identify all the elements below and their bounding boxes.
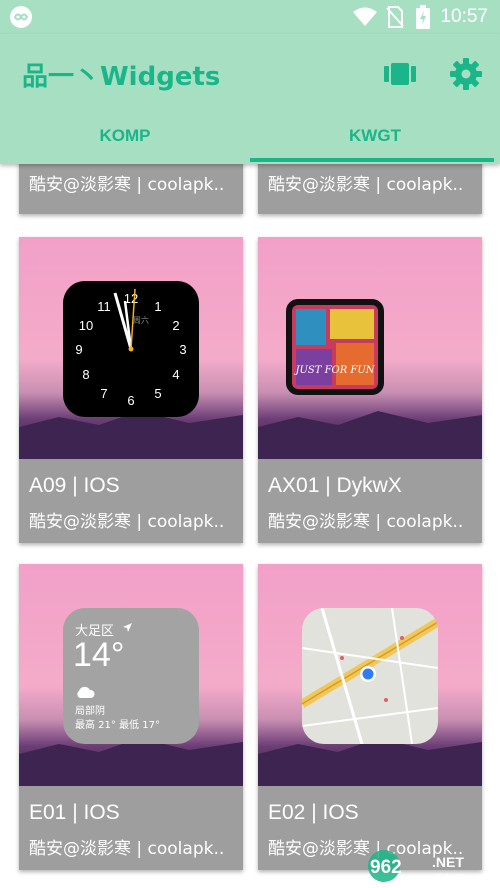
status-bar: 10:57 — [0, 0, 500, 34]
svg-text:962: 962 — [370, 857, 402, 878]
tab-bar: KOMP KWGT — [0, 122, 500, 164]
widget-card[interactable]: 12 1 2 3 4 5 6 7 8 9 10 11 周六 A09 | IOS … — [19, 237, 243, 543]
svg-text:.NET: .NET — [432, 854, 464, 870]
carousel-icon — [384, 63, 416, 85]
weather-widget: 大足区 14° 局部阴 最高 21° 最低 17° — [63, 608, 199, 744]
clock-widget: 12 1 2 3 4 5 6 7 8 9 10 11 周六 — [63, 281, 199, 417]
music-widget: JUST FOR FUN — [286, 299, 384, 395]
weather-range: 最高 21° 最低 17° — [75, 720, 160, 731]
watermark-logo: 962 .NET 乐游网 — [368, 850, 465, 886]
widget-card[interactable]: JUST FOR FUN AX01 | DykwX 酷安@淡影寒 | coola… — [258, 237, 482, 543]
settings-button[interactable] — [448, 56, 484, 92]
weather-condition: 局部阴 — [75, 706, 105, 717]
album-art-text: JUST FOR FUN — [293, 365, 375, 376]
card-author: 酷安@淡影寒 | coolapk.. — [268, 512, 464, 532]
card-title: E01 | IOS — [29, 801, 120, 824]
weather-temperature: 14° — [73, 636, 125, 674]
card-author: 酷安@淡影寒 | coolapk.. — [29, 175, 225, 195]
widget-card[interactable]: E02 | IOS 酷安@淡影寒 | coolapk.. — [258, 564, 482, 870]
widget-grid: 酷安@淡影寒 | coolapk.. 酷安@淡影寒 | coolapk.. 12… — [0, 164, 500, 888]
card-title: AX01 | DykwX — [268, 474, 402, 497]
cloud-icon — [77, 686, 95, 698]
wallpaper-button[interactable] — [382, 56, 418, 92]
svg-text:乐游网: 乐游网 — [432, 873, 465, 886]
card-preview — [258, 564, 482, 786]
tab-kwgt[interactable]: KWGT — [250, 122, 500, 164]
card-title: E02 | IOS — [268, 801, 359, 824]
card-preview: 大足区 14° 局部阴 最高 21° 最低 17° — [19, 564, 243, 786]
card-preview: 12 1 2 3 4 5 6 7 8 9 10 11 周六 — [19, 237, 243, 459]
card-title: A09 | IOS — [29, 474, 120, 497]
clock-number: 11 — [97, 299, 111, 314]
clock-number: 5 — [154, 386, 161, 401]
card-preview: JUST FOR FUN — [258, 237, 482, 459]
card-author: 酷安@淡影寒 | coolapk.. — [268, 175, 464, 195]
no-sim-icon — [386, 6, 404, 28]
clock-number: 6 — [127, 393, 134, 408]
card-author: 酷安@淡影寒 | coolapk.. — [29, 839, 225, 859]
tab-kwgt-label: KWGT — [349, 126, 401, 145]
clock-date: 周六 — [133, 315, 149, 325]
clock-number: 7 — [100, 386, 107, 401]
clock-number: 10 — [79, 318, 93, 333]
clock-number: 3 — [179, 342, 186, 357]
wifi-icon — [353, 7, 377, 26]
battery-charging-icon — [416, 5, 430, 29]
clock-number: 4 — [172, 367, 179, 382]
clock-number: 8 — [82, 367, 89, 382]
widget-card[interactable]: 酷安@淡影寒 | coolapk.. — [258, 164, 482, 214]
widget-card[interactable]: 酷安@淡影寒 | coolapk.. — [19, 164, 243, 214]
card-author: 酷安@淡影寒 | coolapk.. — [29, 512, 225, 532]
clock-number: 2 — [172, 318, 179, 333]
app-bar: 品一丶Widgets KOMP KWGT — [0, 34, 500, 164]
map-widget — [302, 608, 438, 744]
clock-number: 9 — [75, 342, 82, 357]
hills-decoration — [258, 411, 482, 459]
status-time: 10:57 — [440, 6, 488, 27]
tab-indicator — [250, 158, 494, 162]
clock-number: 1 — [154, 299, 161, 314]
widget-card[interactable]: 大足区 14° 局部阴 最高 21° 最低 17° E01 | IOS 酷安@淡… — [19, 564, 243, 870]
gear-icon — [450, 58, 482, 90]
app-title: 品一丶Widgets — [22, 62, 221, 92]
location-arrow-icon — [123, 623, 132, 632]
tab-komp[interactable]: KOMP — [0, 122, 250, 164]
tab-komp-label: KOMP — [99, 126, 151, 145]
app-notification-icon — [10, 6, 32, 28]
